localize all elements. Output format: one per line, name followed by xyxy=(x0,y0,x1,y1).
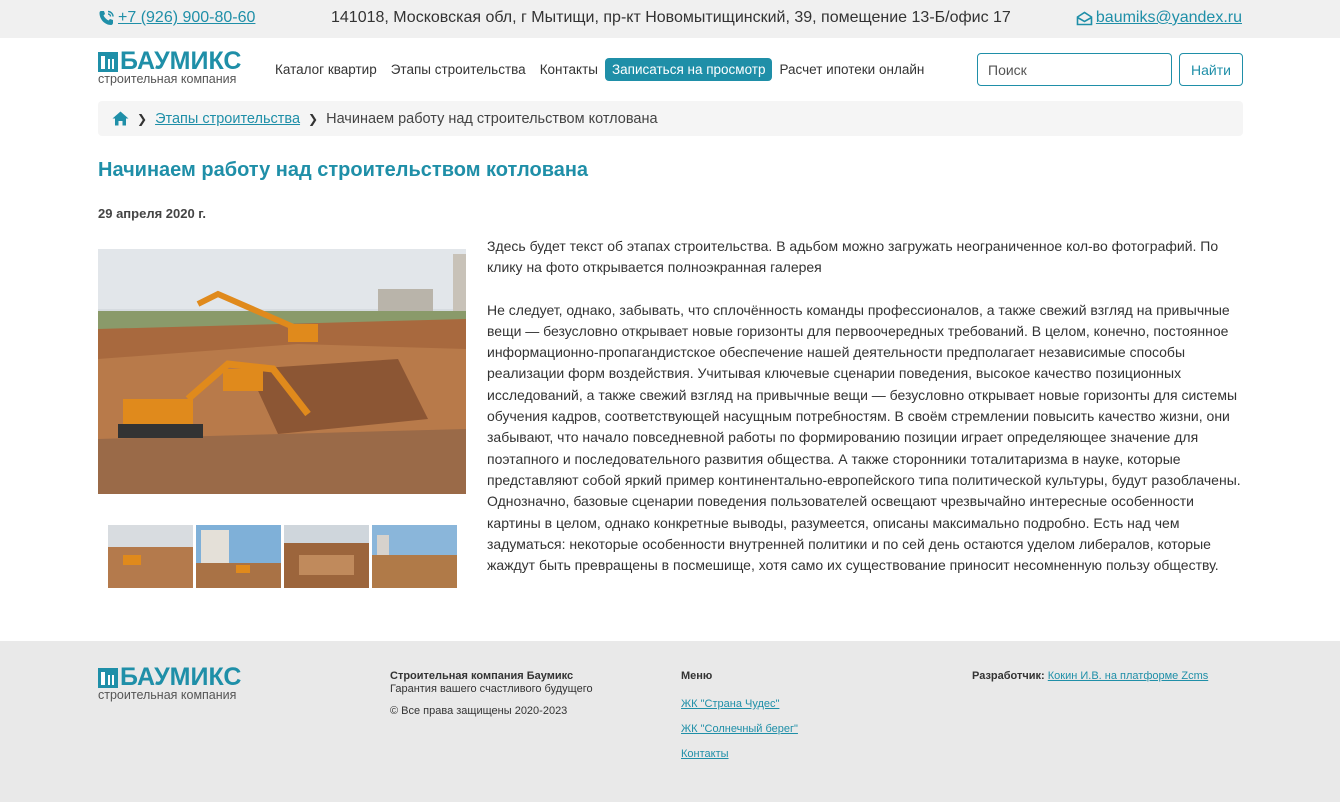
logo-subtitle: строительная компания xyxy=(98,688,237,702)
footer-developer: Разработчик: Кокин И.В. на платформе Zcm… xyxy=(972,670,1208,683)
gallery-thumbnail[interactable] xyxy=(284,525,369,588)
page-title: Начинаем работу над строительством котло… xyxy=(98,159,589,181)
nav-item-construction-stages[interactable]: Этапы строительства xyxy=(384,58,533,81)
developer-label: Разработчик: xyxy=(972,670,1045,682)
nav-item-catalog[interactable]: Каталог квартир xyxy=(268,58,384,81)
footer-menu-title: Меню xyxy=(681,670,713,682)
chevron-right-icon: ❯ xyxy=(308,111,319,126)
footer-menu-link-contacts[interactable]: Контакты xyxy=(681,748,798,761)
phone-number[interactable]: +7 (926) 900-80-60 xyxy=(118,9,255,27)
footer-company: Строительная компания Баумикс Гарантия в… xyxy=(390,670,593,718)
logo-subtitle: строительная компания xyxy=(98,72,237,86)
breadcrumb-link-stages[interactable]: Этапы строительства xyxy=(155,111,300,127)
search-input[interactable] xyxy=(977,53,1172,86)
nav-item-contacts[interactable]: Контакты xyxy=(533,58,605,81)
logo-name: БАУМИКС xyxy=(120,663,242,691)
gallery-thumbnail[interactable] xyxy=(372,525,457,588)
logo-name: БАУМИКС xyxy=(120,47,242,75)
phone-icon xyxy=(99,10,114,25)
article-intro: Здесь будет текст об этапах строительств… xyxy=(487,238,1219,276)
nav-item-book-viewing[interactable]: Записаться на просмотр xyxy=(605,58,773,81)
breadcrumb: ❯ Этапы строительства ❯ Начинаем работу … xyxy=(98,101,1243,136)
email-link[interactable]: baumiks@yandex.ru xyxy=(1076,9,1242,27)
footer-tagline: Гарантия вашего счастливого будущего xyxy=(390,683,593,695)
footer-logo[interactable]: БАУМИКС строительная компания xyxy=(98,663,258,702)
article-text: Здесь будет текст об этапах строительств… xyxy=(487,236,1243,597)
chevron-right-icon: ❯ xyxy=(137,111,148,126)
gallery-thumbnail[interactable] xyxy=(108,525,193,588)
footer-copyright: © Все права защищены 2020-2023 xyxy=(390,705,568,717)
gallery-thumbnail[interactable] xyxy=(196,525,281,588)
footer-company-title: Строительная компания Баумикс xyxy=(390,670,574,682)
article-body: Не следует, однако, забывать, что сплочё… xyxy=(487,301,1241,574)
site-logo[interactable]: БАУМИКС строительная компания xyxy=(98,47,258,86)
footer-menu: Меню ЖК "Страна Чудес" ЖК "Солнечный бер… xyxy=(681,670,798,761)
main-nav: Каталог квартир Этапы строительства Конт… xyxy=(268,58,931,81)
search-button[interactable]: Найти xyxy=(1179,53,1243,86)
home-icon[interactable] xyxy=(112,111,129,126)
company-address: 141018, Московская обл, г Мытищи, пр-кт … xyxy=(331,9,1011,26)
main-gallery-photo[interactable] xyxy=(98,249,466,494)
email-address[interactable]: baumiks@yandex.ru xyxy=(1096,9,1242,27)
developer-link[interactable]: Кокин И.В. на платформе Zcms xyxy=(1048,670,1208,682)
footer-menu-link-solnechny-bereg[interactable]: ЖК "Солнечный берег" xyxy=(681,723,798,736)
phone-link[interactable]: +7 (926) 900-80-60 xyxy=(98,9,255,27)
breadcrumb-current: Начинаем работу над строительством котло… xyxy=(326,110,658,127)
footer-menu-link-strana-chudes[interactable]: ЖК "Страна Чудес" xyxy=(681,698,798,711)
gallery-thumbnails xyxy=(108,525,457,588)
nav-item-mortgage-calculator[interactable]: Расчет ипотеки онлайн xyxy=(772,58,931,81)
article-date: 29 апреля 2020 г. xyxy=(98,206,207,221)
logo-icon xyxy=(98,52,118,72)
envelope-icon xyxy=(1076,11,1093,25)
top-bar: +7 (926) 900-80-60 141018, Московская об… xyxy=(0,0,1340,38)
excavator-photo xyxy=(98,249,466,494)
logo-icon xyxy=(98,668,118,688)
